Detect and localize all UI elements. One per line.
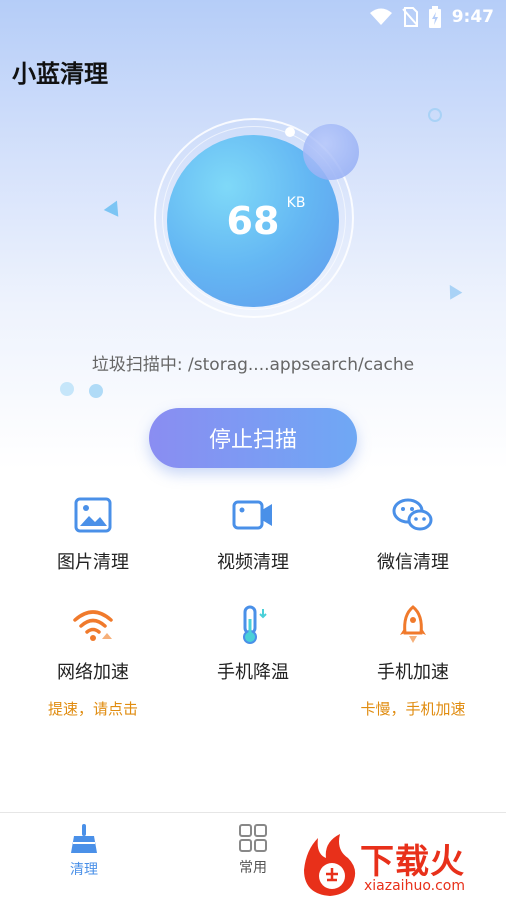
video-icon — [232, 494, 274, 536]
no-sim-icon — [401, 7, 418, 27]
grid-icon — [239, 824, 267, 852]
app-title: 小蓝清理 — [12, 60, 108, 88]
feature-image-clean[interactable]: 图片清理 — [9, 494, 177, 574]
feature-label: 图片清理 — [57, 552, 129, 573]
nav-item-common[interactable]: 常用 — [203, 823, 303, 877]
decor-ring — [428, 108, 442, 122]
nav-label: 常用 — [239, 860, 267, 876]
feature-wechat-clean[interactable]: 微信清理 — [329, 494, 497, 574]
thermometer-icon — [232, 604, 274, 646]
wifi-speed-icon — [72, 604, 114, 646]
broom-icon — [71, 824, 97, 853]
status-bar: 9:47 — [0, 0, 506, 34]
decor-bubble — [303, 124, 359, 180]
feature-label: 视频清理 — [217, 552, 289, 573]
feature-hint: 卡慢，手机加速 — [360, 700, 466, 718]
feature-video-clean[interactable]: 视频清理 — [169, 494, 337, 574]
image-icon — [72, 494, 114, 536]
wifi-icon — [369, 8, 392, 25]
feature-label: 手机加速 — [377, 662, 449, 683]
nav-item-clean[interactable]: 清理 — [34, 823, 134, 879]
flame-logo-icon — [304, 834, 356, 896]
stop-scan-button[interactable]: 停止扫描 — [149, 408, 357, 468]
battery-charging-icon — [428, 6, 441, 28]
watermark-text: 下载火 — [360, 842, 465, 882]
scan-size-value: 68 — [226, 199, 280, 243]
feature-network-boost[interactable]: 网络加速 提速，请点击 — [9, 604, 177, 719]
scan-path-text: 垃圾扫描中: /storag....appsearch/cache — [91, 355, 415, 375]
feature-phone-cool[interactable]: 手机降温 — [169, 604, 337, 684]
feature-label: 网络加速 — [57, 662, 129, 683]
decor-dot — [89, 384, 103, 398]
watermark-url: xiazaihuo.com — [364, 878, 465, 894]
wechat-icon — [392, 494, 434, 536]
scan-size-unit: KB — [286, 195, 306, 211]
orbit-dot — [285, 127, 295, 137]
feature-phone-speedup[interactable]: 手机加速 卡慢，手机加速 — [329, 604, 497, 719]
rocket-icon — [392, 604, 434, 646]
feature-hint: 提速，请点击 — [47, 700, 138, 718]
scan-size-display: 68 KB — [226, 195, 306, 243]
decor-dot — [60, 382, 74, 396]
nav-label: 清理 — [70, 862, 98, 878]
feature-label: 微信清理 — [377, 552, 449, 573]
status-time: 9:47 — [451, 7, 494, 27]
watermark-logo: 下载火 xiazaihuo.com — [300, 832, 504, 898]
feature-label: 手机降温 — [217, 662, 289, 683]
